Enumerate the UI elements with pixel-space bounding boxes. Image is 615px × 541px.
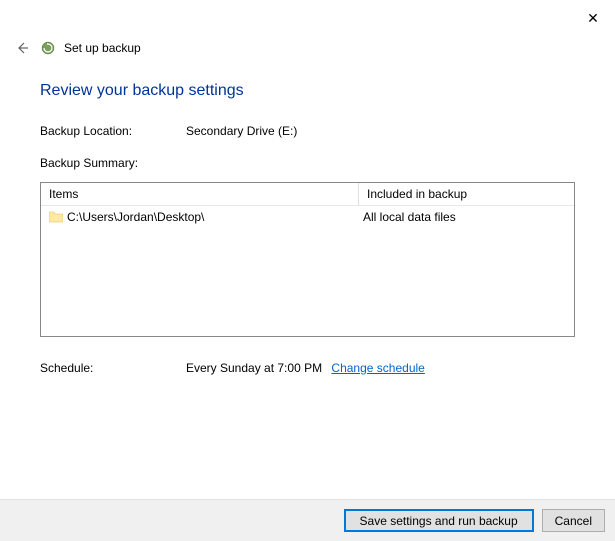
column-header-spacer bbox=[549, 183, 574, 206]
button-bar: Save settings and run backup Cancel bbox=[0, 499, 615, 541]
item-path: C:\Users\Jordan\Desktop\ bbox=[67, 210, 363, 224]
backup-app-icon bbox=[40, 40, 56, 56]
schedule-value-wrap: Every Sunday at 7:00 PM Change schedule bbox=[186, 361, 425, 375]
schedule-label: Schedule: bbox=[40, 361, 186, 375]
window-title: Set up backup bbox=[64, 41, 141, 55]
page-title: Review your backup settings bbox=[40, 82, 575, 100]
close-button[interactable]: ✕ bbox=[583, 8, 603, 28]
header: Set up backup bbox=[0, 0, 615, 58]
cancel-button[interactable]: Cancel bbox=[542, 509, 605, 532]
back-button[interactable] bbox=[12, 38, 32, 58]
backup-location-value: Secondary Drive (E:) bbox=[186, 124, 297, 138]
item-included: All local data files bbox=[363, 210, 456, 224]
back-arrow-icon bbox=[14, 40, 30, 56]
save-and-run-button[interactable]: Save settings and run backup bbox=[344, 509, 534, 532]
column-header-included[interactable]: Included in backup bbox=[359, 183, 549, 206]
content-area: Review your backup settings Backup Locat… bbox=[0, 58, 615, 375]
backup-summary-table: Items Included in backup C:\Users\Jordan… bbox=[40, 182, 575, 337]
backup-location-row: Backup Location: Secondary Drive (E:) bbox=[40, 124, 575, 138]
folder-icon bbox=[49, 211, 63, 223]
table-row[interactable]: C:\Users\Jordan\Desktop\ All local data … bbox=[41, 206, 574, 228]
schedule-value: Every Sunday at 7:00 PM bbox=[186, 361, 322, 375]
backup-summary-label: Backup Summary: bbox=[40, 156, 575, 170]
backup-location-label: Backup Location: bbox=[40, 124, 186, 138]
schedule-row: Schedule: Every Sunday at 7:00 PM Change… bbox=[40, 361, 575, 375]
column-header-items[interactable]: Items bbox=[41, 183, 359, 206]
table-header: Items Included in backup bbox=[41, 183, 574, 206]
change-schedule-link[interactable]: Change schedule bbox=[331, 361, 424, 375]
